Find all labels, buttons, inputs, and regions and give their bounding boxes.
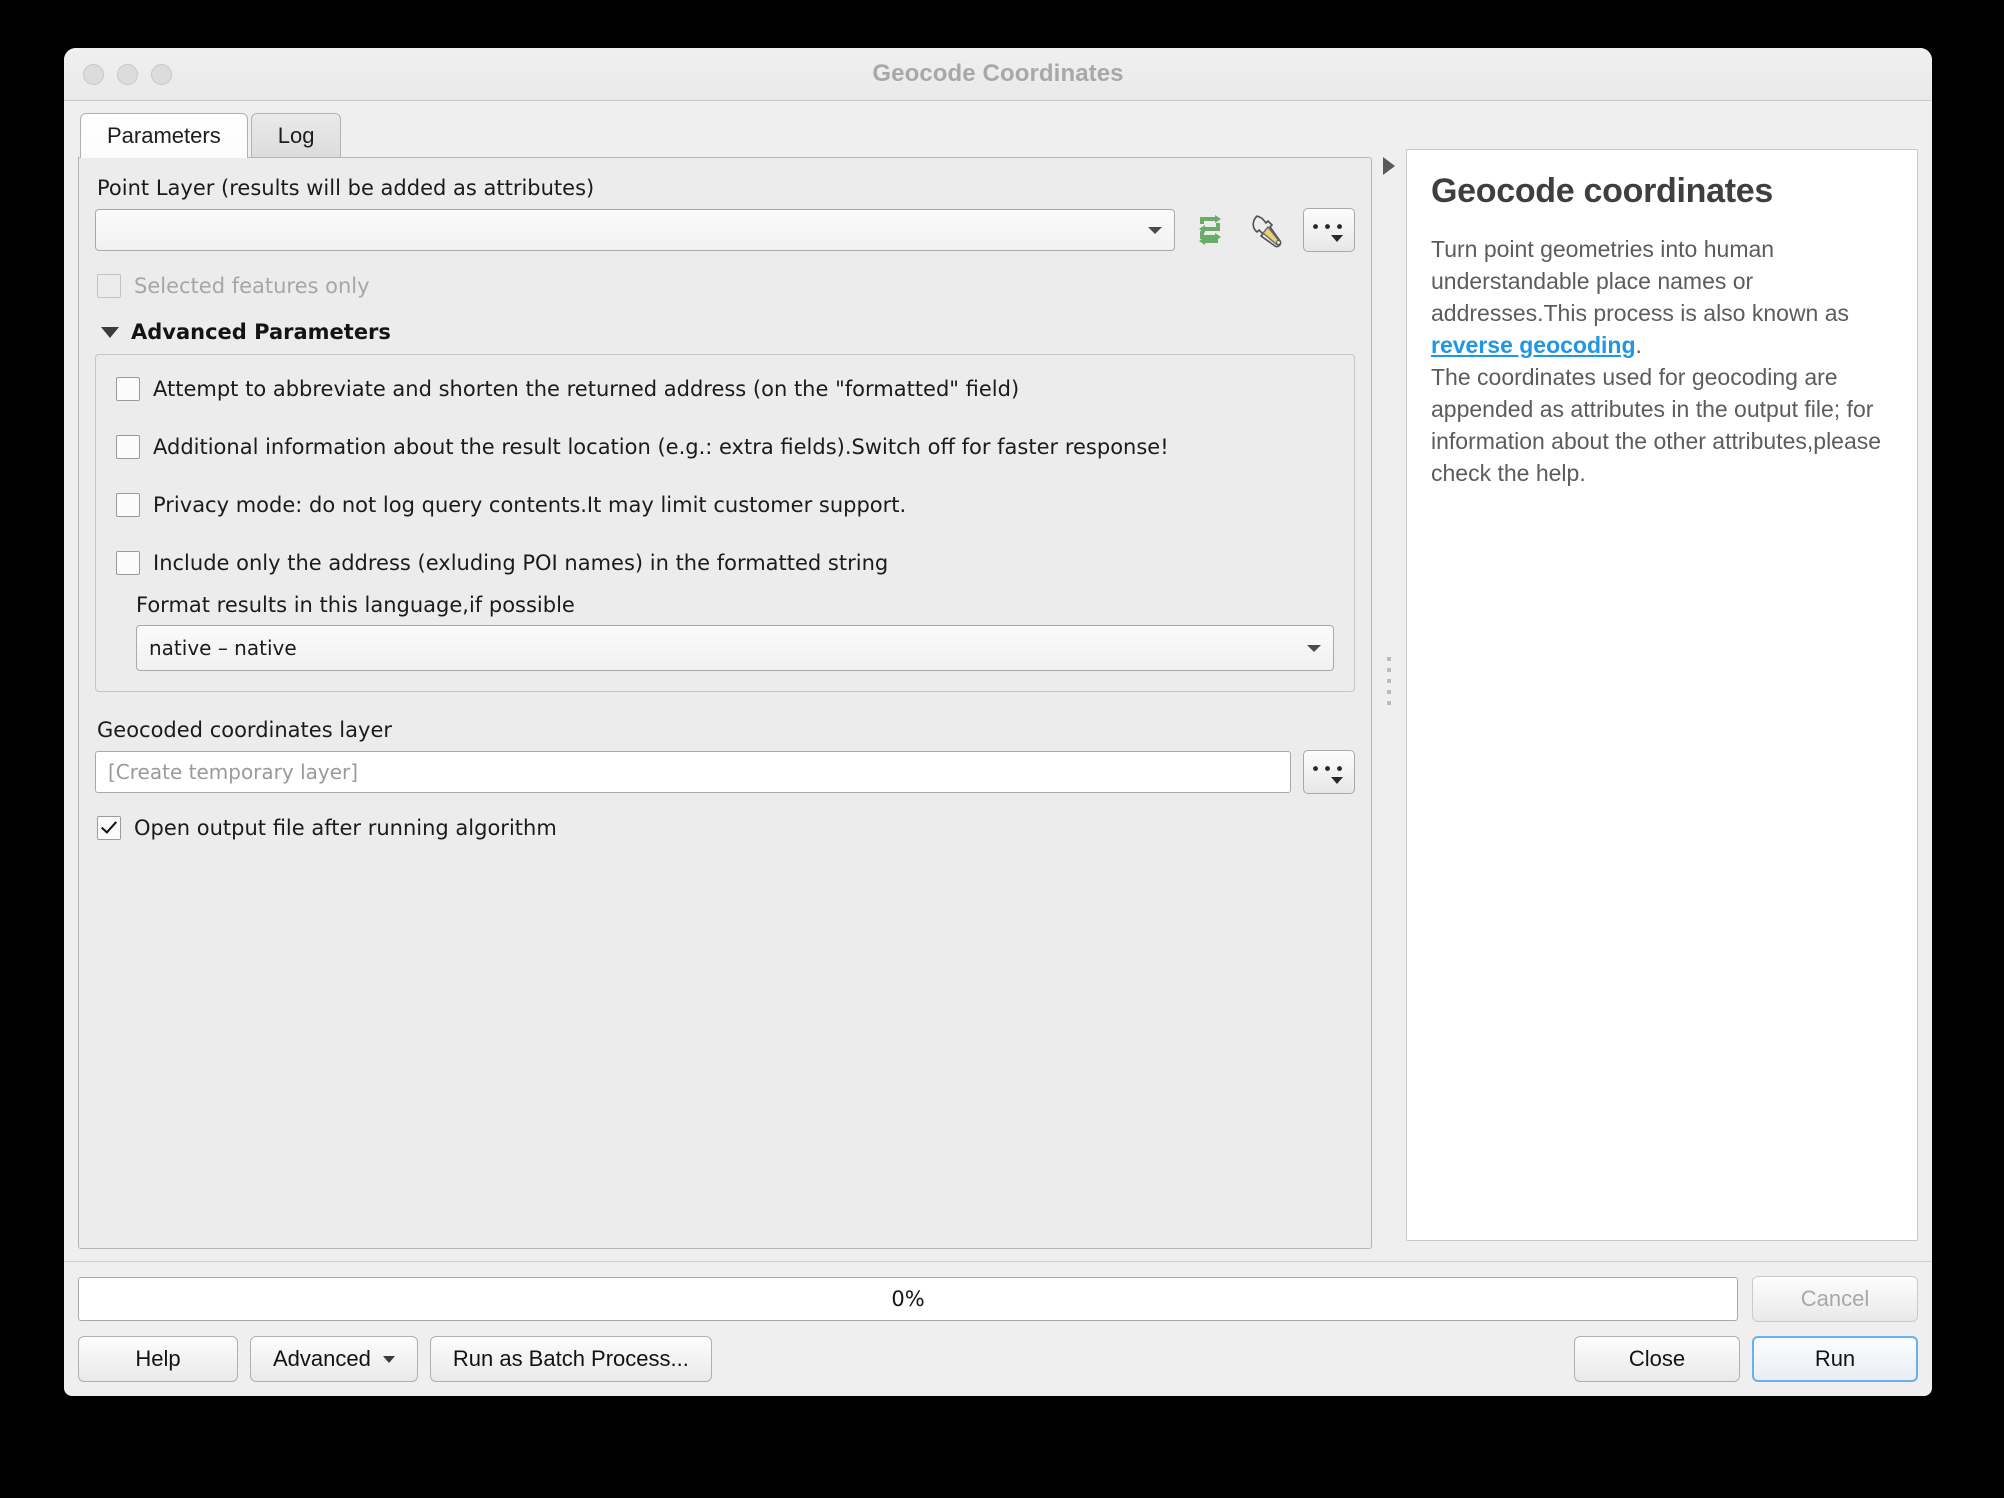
address-only-checkbox[interactable] [116, 551, 140, 575]
open-output-checkbox[interactable] [97, 816, 121, 840]
help-paragraph-2: The coordinates used for geocoding are a… [1431, 364, 1882, 486]
progress-bar: 0% [78, 1277, 1738, 1321]
footer-left-buttons: Help Advanced Run as Batch Process... [78, 1336, 712, 1382]
point-layer-row: ••• [95, 208, 1355, 252]
open-output-row[interactable]: Open output file after running algorithm [97, 816, 1355, 840]
help-button[interactable]: Help [78, 1336, 238, 1382]
parameters-pane: Parameters Log Point Layer (results will… [78, 113, 1372, 1249]
output-layer-input[interactable]: [Create temporary layer] [95, 751, 1291, 793]
advanced-parameters-toggle[interactable]: Advanced Parameters [101, 320, 1355, 344]
run-as-batch-button[interactable]: Run as Batch Process... [429, 1336, 712, 1382]
abbreviate-address-label: Attempt to abbreviate and shorten the re… [153, 377, 1020, 401]
collapse-help-panel-icon[interactable] [1383, 157, 1395, 175]
output-layer-row: [Create temporary layer] ••• [95, 750, 1355, 794]
additional-information-row[interactable]: Additional information about the result … [116, 435, 1334, 459]
advanced-parameters-label: Advanced Parameters [131, 320, 391, 344]
language-value: native – native [149, 636, 297, 660]
iterate-icon[interactable] [1187, 208, 1233, 252]
caret-down-icon [382, 1355, 395, 1363]
run-button[interactable]: Run [1752, 1336, 1918, 1382]
selected-features-only-label: Selected features only [134, 274, 370, 298]
additional-information-checkbox[interactable] [116, 435, 140, 459]
help-body: Turn point geometries into human underst… [1431, 233, 1893, 489]
open-output-label: Open output file after running algorithm [134, 816, 557, 840]
address-only-row[interactable]: Include only the address (exluding POI n… [116, 551, 1334, 575]
progress-row: 0% Cancel [78, 1276, 1918, 1322]
language-combo[interactable]: native – native [136, 625, 1334, 671]
title-bar: Geocode Coordinates [64, 48, 1932, 101]
reverse-geocoding-link[interactable]: reverse geocoding [1431, 332, 1636, 358]
button-row: Help Advanced Run as Batch Process... Cl… [78, 1336, 1918, 1382]
panel-splitter[interactable] [1372, 113, 1406, 1249]
data-defined-override-icon[interactable] [1245, 208, 1291, 252]
footer-right-buttons: Close Run [1574, 1336, 1918, 1382]
output-layer-label: Geocoded coordinates layer [97, 718, 392, 742]
parameters-panel: Point Layer (results will be added as at… [78, 157, 1372, 1249]
privacy-mode-label: Privacy mode: do not log query contents.… [153, 493, 907, 517]
dialog-body: Parameters Log Point Layer (results will… [64, 101, 1932, 1249]
geocode-coordinates-dialog: Geocode Coordinates Parameters Log Point… [64, 48, 1932, 1396]
window-title: Geocode Coordinates [872, 60, 1124, 87]
point-layer-combo[interactable] [95, 209, 1175, 251]
close-button-footer[interactable]: Close [1574, 1336, 1740, 1382]
chevron-down-icon [1148, 227, 1162, 234]
selected-features-only-checkbox[interactable] [97, 274, 121, 298]
cancel-button[interactable]: Cancel [1752, 1276, 1918, 1322]
abbreviate-address-row[interactable]: Attempt to abbreviate and shorten the re… [116, 377, 1334, 401]
abbreviate-address-checkbox[interactable] [116, 377, 140, 401]
advanced-parameters-group: Attempt to abbreviate and shorten the re… [95, 354, 1355, 692]
additional-information-label: Additional information about the result … [153, 435, 1169, 459]
advanced-menu-button[interactable]: Advanced [250, 1336, 418, 1382]
tab-log[interactable]: Log [250, 113, 342, 157]
address-only-label: Include only the address (exluding POI n… [153, 551, 889, 575]
caret-down-icon [1331, 777, 1343, 784]
help-title: Geocode coordinates [1431, 172, 1773, 210]
output-browse-button[interactable]: ••• [1303, 750, 1355, 794]
splitter-grip[interactable] [1387, 657, 1391, 705]
ellipsis-icon: ••• [1310, 759, 1347, 780]
caret-down-icon [1331, 235, 1343, 242]
selected-features-only-row[interactable]: Selected features only [97, 274, 1355, 298]
language-label: Format results in this language,if possi… [136, 593, 575, 617]
point-layer-label: Point Layer (results will be added as at… [97, 176, 595, 200]
advanced-menu-label: Advanced [273, 1346, 371, 1371]
tab-bar: Parameters Log [78, 113, 1372, 158]
point-layer-more-button[interactable]: ••• [1303, 208, 1355, 252]
chevron-down-icon [101, 326, 119, 338]
privacy-mode-row[interactable]: Privacy mode: do not log query contents.… [116, 493, 1334, 517]
dialog-footer: 0% Cancel Help Advanced Run as Batch Pro… [64, 1261, 1932, 1396]
tab-parameters[interactable]: Parameters [80, 113, 248, 158]
chevron-down-icon [1307, 645, 1321, 652]
help-paragraph-1a: Turn point geometries into human underst… [1431, 236, 1850, 326]
help-panel: Geocode coordinates Turn point geometrie… [1406, 149, 1918, 1241]
privacy-mode-checkbox[interactable] [116, 493, 140, 517]
ellipsis-icon: ••• [1310, 217, 1347, 238]
help-paragraph-1b: . [1635, 332, 1642, 358]
